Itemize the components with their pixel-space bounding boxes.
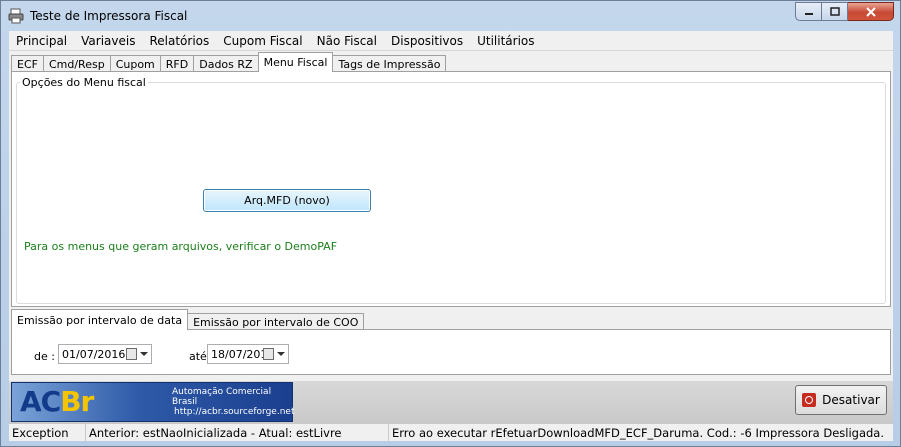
- calendar-icon[interactable]: [126, 348, 137, 360]
- logo-text: ACBr: [20, 385, 94, 418]
- menu-bar: Principal Variaveis Relatórios Cupom Fis…: [9, 31, 893, 51]
- menu-cupom-fiscal[interactable]: Cupom Fiscal: [216, 34, 309, 48]
- logo-line1: Automação Comercial Brasil: [172, 387, 272, 407]
- menu-nao-fiscal[interactable]: Não Fiscal: [310, 34, 384, 48]
- desativar-button[interactable]: Desativar: [795, 385, 887, 415]
- demopaf-note: Para os menus que geram arquivos, verifi…: [24, 240, 338, 253]
- tab-cmd-resp[interactable]: Cmd/Resp: [42, 55, 111, 72]
- maximize-icon: [829, 6, 840, 16]
- arq-mfd-button[interactable]: Arq.MFD (novo): [203, 189, 371, 212]
- tab-emissao-data[interactable]: Emissão por intervalo de data: [11, 309, 189, 330]
- minimize-button[interactable]: [795, 2, 822, 21]
- tab-rfd[interactable]: RFD: [159, 55, 195, 72]
- menu-variaveis[interactable]: Variaveis: [74, 34, 142, 48]
- client-area: ECF Cmd/Resp Cupom RFD Dados RZ Menu Fis…: [9, 51, 893, 381]
- title-bar[interactable]: Teste de Impressora Fiscal: [1, 1, 900, 31]
- status-bar: Exception Anterior: estNaoInicializada -…: [9, 423, 893, 442]
- emissao-tab-strip: Emissão por intervalo de data Emissão po…: [11, 309, 365, 330]
- menu-fiscal-group: [16, 82, 886, 304]
- chevron-down-icon[interactable]: [140, 352, 148, 356]
- calendar-icon[interactable]: [263, 348, 274, 360]
- date-to-picker[interactable]: 18/07/2016: [207, 344, 289, 364]
- tab-cupom[interactable]: Cupom: [109, 55, 161, 72]
- caption-buttons: [795, 2, 894, 22]
- ate-label: até: [189, 350, 207, 363]
- date-from-value: 01/07/2016: [62, 347, 126, 361]
- main-tab-strip: ECF Cmd/Resp Cupom RFD Dados RZ Menu Fis…: [11, 52, 447, 72]
- tab-menu-fiscal[interactable]: Menu Fiscal: [257, 52, 334, 72]
- date-from-picker[interactable]: 01/07/2016: [58, 344, 152, 364]
- tab-ecf[interactable]: ECF: [11, 55, 44, 72]
- main-window: Teste de Impressora Fiscal Principal Var…: [0, 0, 901, 447]
- menu-relatorios[interactable]: Relatórios: [142, 34, 216, 48]
- group-label: Opções do Menu fiscal: [20, 76, 148, 89]
- status-panel-error: Erro ao executar rEfetuarDownloadMFD_ECF…: [392, 426, 885, 440]
- minimize-icon: [804, 12, 813, 15]
- menu-dispositivos[interactable]: Dispositivos: [384, 34, 470, 48]
- de-label: de :: [34, 350, 55, 363]
- power-icon: [802, 393, 817, 407]
- tab-emissao-coo[interactable]: Emissão por intervalo de COO: [187, 313, 365, 330]
- window-title: Teste de Impressora Fiscal: [30, 9, 188, 23]
- footer-panel: ACBr Automação Comercial Brasil http://a…: [9, 381, 893, 423]
- status-panel-state: Anterior: estNaoInicializada - Atual: es…: [86, 424, 389, 442]
- chevron-down-icon[interactable]: [277, 352, 285, 356]
- menu-fiscal-page: Opções do Menu fiscal Arq.MFD (novo) Par…: [11, 71, 891, 307]
- tab-dados-rz[interactable]: Dados RZ: [193, 55, 259, 72]
- printer-icon: [8, 8, 24, 24]
- logo-line2: http://acbr.sourceforge.net: [174, 407, 295, 417]
- close-icon: [865, 6, 876, 17]
- acbr-logo: ACBr Automação Comercial Brasil http://a…: [11, 382, 295, 422]
- close-button[interactable]: [848, 2, 894, 21]
- maximize-button[interactable]: [822, 2, 848, 21]
- status-panel-exception: Exception: [9, 424, 86, 442]
- emissao-data-page: de : 01/07/2016 até 18/07/2016: [11, 329, 891, 375]
- tab-tags-impressao[interactable]: Tags de Impressão: [332, 55, 447, 72]
- desativar-label: Desativar: [822, 393, 880, 407]
- menu-principal[interactable]: Principal: [9, 34, 74, 48]
- menu-utilitarios[interactable]: Utilitários: [470, 34, 541, 48]
